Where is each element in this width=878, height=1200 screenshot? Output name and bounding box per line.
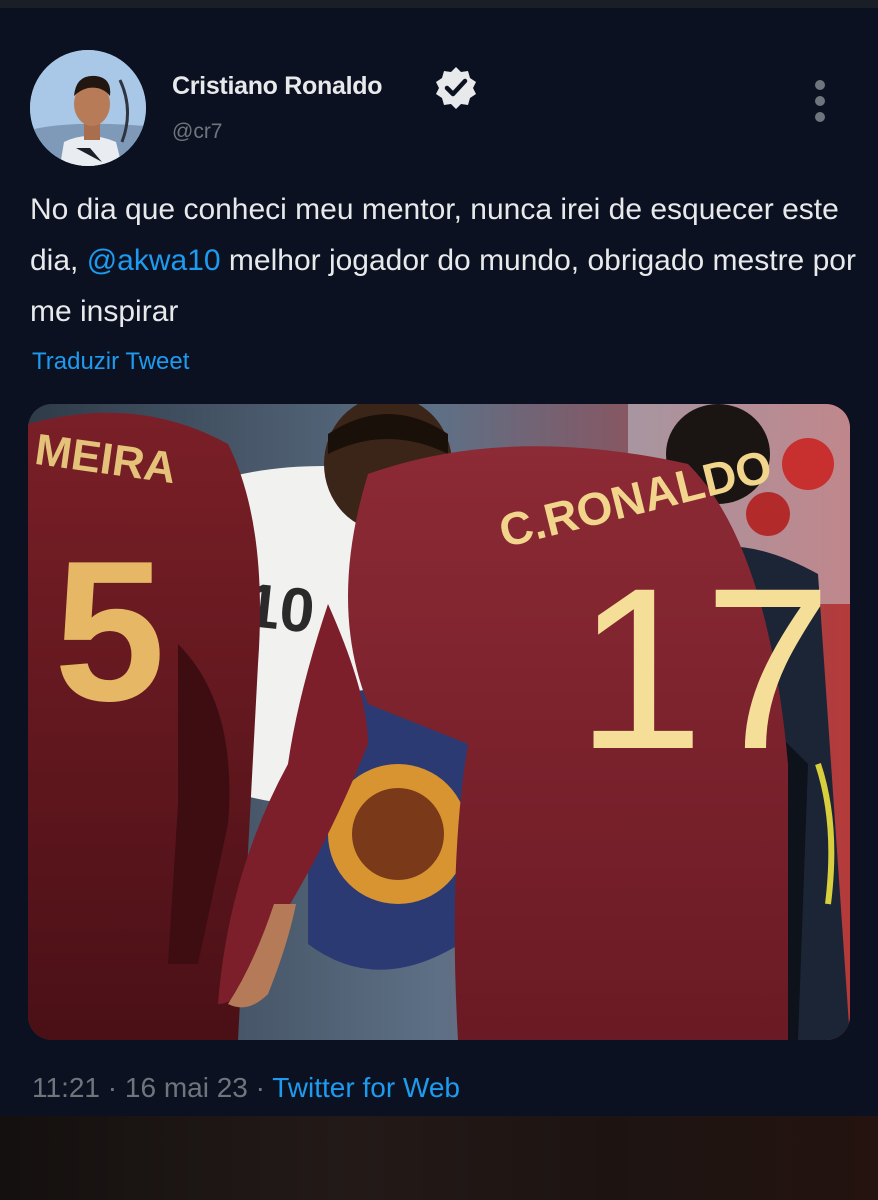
verified-badge-icon <box>436 67 476 109</box>
tweet-metadata: 11:21 · 16 mai 23 · Twitter for Web <box>32 1072 460 1104</box>
meta-separator: · <box>107 1072 118 1103</box>
translate-tweet-link[interactable]: Traduzir Tweet <box>32 348 189 376</box>
author-name[interactable]: Cristiano Ronaldo <box>172 72 382 101</box>
avatar-image <box>30 50 146 166</box>
more-options-icon[interactable] <box>810 80 830 128</box>
tweet-card: Cristiano Ronaldo @cr7 No dia que conhec… <box>0 8 878 1116</box>
top-strip <box>0 0 878 8</box>
photo-image: 10 MEIRA 5 C.RONALDO 17 <box>28 404 850 1040</box>
author-handle[interactable]: @cr7 <box>172 120 223 144</box>
meta-separator: · <box>255 1072 265 1103</box>
bottom-strip <box>0 1116 878 1200</box>
avatar[interactable] <box>30 50 146 166</box>
jersey-number-5: 5 <box>54 520 165 743</box>
jersey-number-17: 17 <box>576 540 832 797</box>
tweet-date[interactable]: 16 mai 23 <box>125 1072 248 1103</box>
tweet-photo[interactable]: 10 MEIRA 5 C.RONALDO 17 <box>28 404 850 1040</box>
tweet-source-link[interactable]: Twitter for Web <box>272 1072 460 1103</box>
mention-link[interactable]: @akwa10 <box>87 244 221 277</box>
tweet-text: No dia que conheci meu mentor, nunca ire… <box>30 184 860 337</box>
tweet-time[interactable]: 11:21 <box>32 1072 100 1103</box>
